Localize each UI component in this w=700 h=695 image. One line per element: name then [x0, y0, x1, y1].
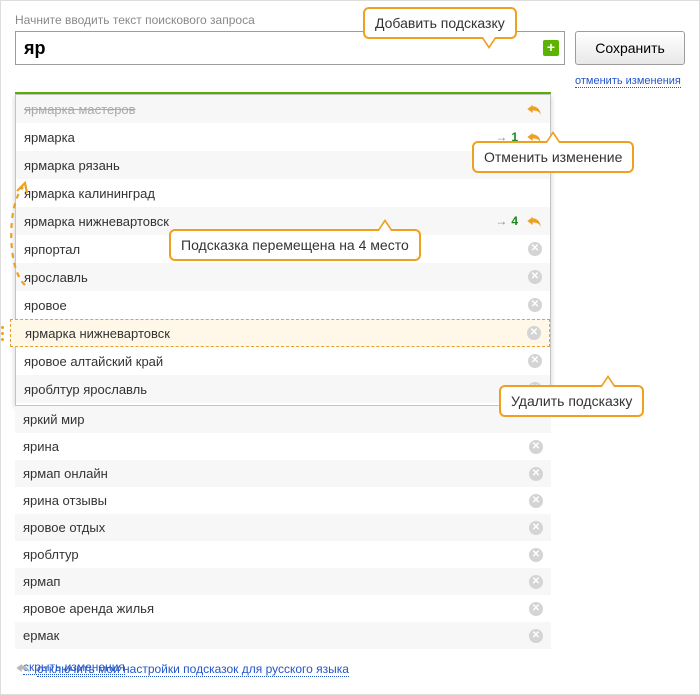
suggestion-row[interactable]: ярина✕ — [15, 433, 551, 460]
reorder-arrow — [3, 179, 29, 289]
suggestion-text: ярмарка нижневартовск — [25, 326, 527, 341]
callout-delete: Удалить подсказку — [499, 385, 644, 417]
suggestion-row[interactable]: ярмарка нижневартовск✕ — [10, 319, 550, 347]
suggestion-row[interactable]: ярина отзывы✕ — [15, 487, 551, 514]
undo-icon[interactable] — [526, 102, 542, 116]
delete-icon[interactable]: ✕ — [529, 521, 543, 535]
suggestion-row[interactable]: ярмап онлайн✕ — [15, 460, 551, 487]
suggestion-text: ярина отзывы — [23, 493, 529, 508]
suggestion-row[interactable]: ярoблтур ярославль✕ — [16, 375, 550, 403]
suggestion-text: ярмарка рязань — [24, 158, 542, 173]
input-hint: Начните вводить текст поискового запроса — [15, 13, 685, 27]
suggestion-row[interactable]: ярмарка→1 — [16, 123, 550, 151]
suggestion-text: ярмарка мастеров — [24, 102, 526, 117]
callout-moved: Подсказка перемещена на 4 место — [169, 229, 421, 261]
callout-add-suggestion: Добавить подсказку — [363, 7, 517, 39]
add-suggestion-button[interactable]: + — [543, 40, 559, 56]
suggestion-text: яровое отдых — [23, 520, 529, 535]
save-button[interactable]: Сохранить — [575, 31, 685, 65]
suggestion-text: яркий мир — [23, 412, 543, 427]
suggestion-text: ярмарка — [24, 130, 495, 145]
suggestion-row[interactable]: яровое отдых✕ — [15, 514, 551, 541]
cancel-changes-link[interactable]: отменить изменения — [575, 75, 681, 88]
suggestion-row[interactable]: яровое аренда жилья✕ — [15, 595, 551, 622]
suggestion-row[interactable]: яркий мир — [15, 406, 551, 433]
suggestion-text: яровое — [24, 298, 528, 313]
delete-icon[interactable]: ✕ — [528, 270, 542, 284]
delete-icon[interactable]: ✕ — [529, 494, 543, 508]
disable-settings-row[interactable]: отключить мои настройки подсказок для ру… — [15, 661, 349, 678]
moved-indicator: →4 — [495, 214, 518, 228]
delete-icon[interactable]: ✕ — [528, 354, 542, 368]
suggestion-row[interactable]: ярмарка мастеров — [16, 95, 550, 123]
undo-icon[interactable] — [526, 214, 542, 228]
delete-icon[interactable]: ✕ — [529, 629, 543, 643]
suggestion-text: ярославль — [24, 270, 528, 285]
suggestion-row[interactable]: ярмарка калининград — [16, 179, 550, 207]
delete-icon[interactable]: ✕ — [528, 298, 542, 312]
disable-settings-link[interactable]: отключить мои настройки подсказок для ру… — [37, 662, 349, 677]
suggestion-text: ярмарка калининград — [24, 186, 542, 201]
suggestion-row[interactable]: ярмарка рязань — [16, 151, 550, 179]
suggestion-row[interactable]: яровое✕ — [16, 291, 550, 319]
delete-icon[interactable]: ✕ — [529, 467, 543, 481]
suggestion-text: ярмарка нижневартовск — [24, 214, 495, 229]
drag-handle-icon[interactable] — [0, 326, 7, 342]
suggestion-row[interactable]: ермак✕ — [15, 622, 551, 649]
suggestion-text: ярмап — [23, 574, 529, 589]
suggestion-text: яровое алтайский край — [24, 354, 528, 369]
delete-icon[interactable]: ✕ — [527, 326, 541, 340]
suggestion-text: ярoблтур — [23, 547, 529, 562]
suggestion-row[interactable]: яровое алтайский край✕ — [16, 347, 550, 375]
suggestion-text: яровое аренда жилья — [23, 601, 529, 616]
delete-icon[interactable]: ✕ — [529, 602, 543, 616]
suggestion-row[interactable]: ярмап✕ — [15, 568, 551, 595]
callout-undo-change: Отменить изменение — [472, 141, 634, 173]
suggestion-text: ермак — [23, 628, 529, 643]
suggestion-row[interactable]: ярославль✕ — [16, 263, 550, 291]
suggestion-text: ярoблтур ярославль — [24, 382, 528, 397]
suggestion-row[interactable]: ярoблтур✕ — [15, 541, 551, 568]
undo-icon — [15, 661, 31, 678]
delete-icon[interactable]: ✕ — [528, 242, 542, 256]
delete-icon[interactable]: ✕ — [529, 440, 543, 454]
suggestion-text: ярмап онлайн — [23, 466, 529, 481]
delete-icon[interactable]: ✕ — [529, 575, 543, 589]
delete-icon[interactable]: ✕ — [529, 548, 543, 562]
suggestion-text: ярина — [23, 439, 529, 454]
